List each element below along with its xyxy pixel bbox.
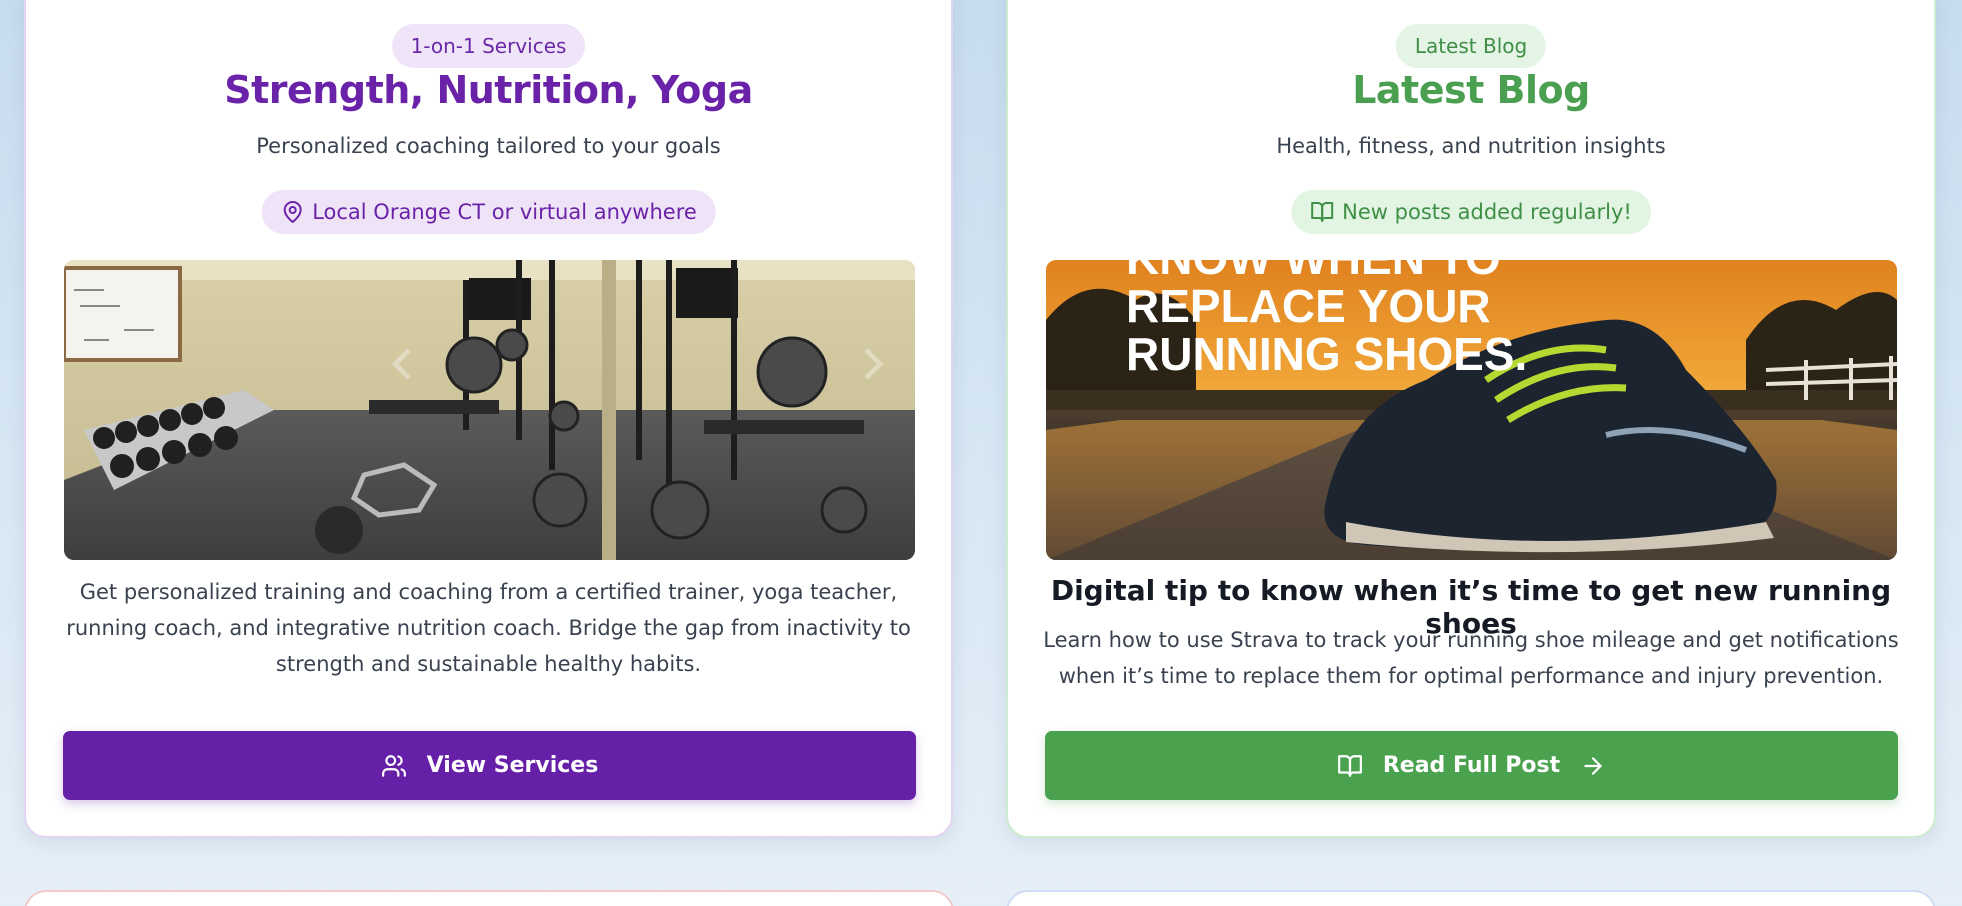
post-excerpt: Learn how to use Strava to track your ru… [1043,628,1899,688]
next-card-right [1006,890,1936,906]
arrow-right-icon [1584,756,1602,775]
new-posts-label: New posts added regularly! [1342,200,1632,224]
services-card: 1-on-1 Services Strength, Nutrition, Yog… [24,0,953,838]
blog-title: Latest Blog [1352,68,1590,112]
next-card-left [24,890,954,906]
blog-subtitle: Health, fitness, and nutrition insights [1276,134,1666,158]
services-title: Strength, Nutrition, Yoga [224,68,753,112]
users-icon [381,754,406,777]
book-open-icon [1311,202,1334,222]
running-shoe-image[interactable]: KNOW WHEN TO REPLACE YOUR RUNNING SHOES. [1046,260,1897,560]
gym-image [64,260,915,560]
view-services-button[interactable]: View Services [63,731,916,800]
services-subtitle: Personalized coaching tailored to your g… [256,134,721,158]
services-badge: 1-on-1 Services [391,24,586,68]
overlay-line-3: RUNNING SHOES. [1126,328,1527,380]
blog-card: Latest Blog Latest Blog Health, fitness,… [1006,0,1936,838]
services-description: Get personalized training and coaching f… [66,580,911,676]
new-posts-tag: New posts added regularly! [1291,190,1651,234]
map-pin-icon [283,201,302,223]
view-services-label: View Services [426,753,599,778]
read-full-post-label: Read Full Post [1382,753,1561,778]
read-full-post-button[interactable]: Read Full Post [1045,731,1898,800]
overlay-line-2: REPLACE YOUR [1126,280,1491,332]
book-open-icon [1337,754,1362,777]
location-tag-label: Local Orange CT or virtual anywhere [312,200,697,224]
blog-badge: Latest Blog [1395,24,1547,68]
location-tag: Local Orange CT or virtual anywhere [261,190,716,234]
